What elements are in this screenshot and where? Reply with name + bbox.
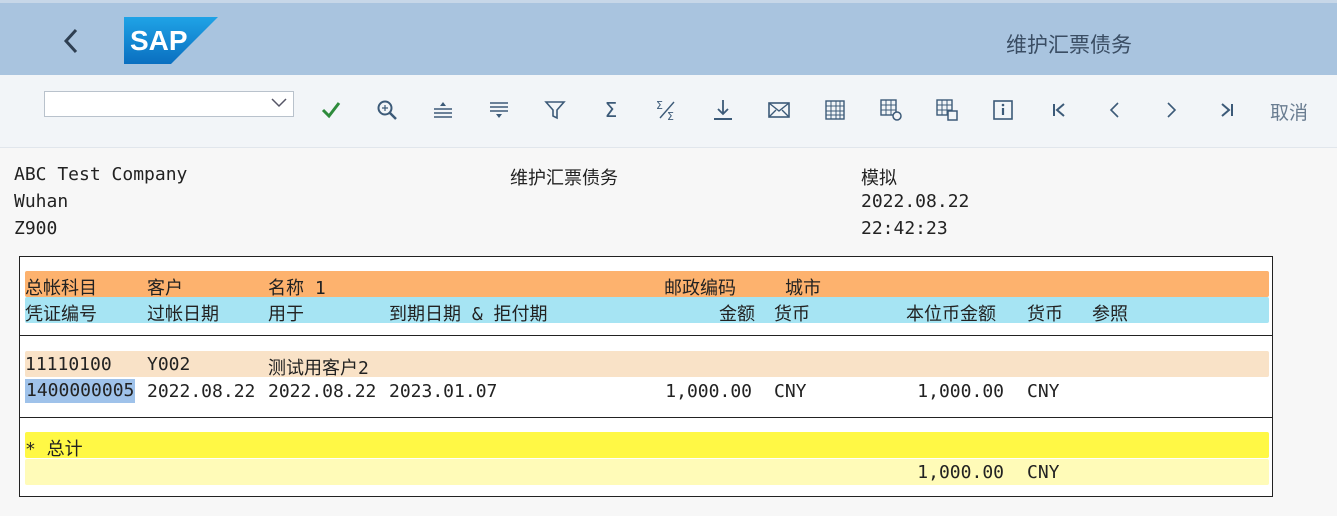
chevron-left-icon bbox=[1109, 102, 1119, 118]
previous-page-button[interactable] bbox=[1100, 95, 1130, 125]
item-separator bbox=[20, 417, 1272, 418]
command-field[interactable] bbox=[44, 91, 294, 117]
sort-ascending-button[interactable] bbox=[428, 95, 458, 125]
group-row: 11110100 Y002 测试用客户2 bbox=[25, 351, 1269, 379]
total-currency: CNY bbox=[1027, 462, 1060, 483]
column-reference: 参照 bbox=[1092, 304, 1128, 325]
column-for: 用于 bbox=[268, 304, 304, 325]
chevron-left-icon bbox=[63, 28, 78, 54]
first-page-button[interactable] bbox=[1044, 95, 1074, 125]
group-gl-account: 11110100 bbox=[25, 354, 112, 375]
table-row[interactable]: 1400000005 2022.08.22 2022.08.22 2023.01… bbox=[25, 378, 1269, 404]
info-icon bbox=[993, 100, 1013, 120]
company-name: ABC Test Company bbox=[14, 164, 188, 185]
application-toolbar: Σ ΣΣ 取消 bbox=[0, 75, 1337, 148]
item-posting-date: 2022.08.22 bbox=[147, 381, 256, 402]
column-local-amount: 本位币金额 bbox=[906, 304, 996, 325]
save-layout-button[interactable] bbox=[932, 95, 962, 125]
svg-text:SAP: SAP bbox=[130, 25, 188, 56]
mail-icon bbox=[768, 102, 790, 118]
column-currency: 货币 bbox=[774, 304, 810, 325]
layout-button[interactable] bbox=[820, 95, 850, 125]
svg-text:Σ: Σ bbox=[656, 99, 663, 112]
grid-settings-icon bbox=[880, 99, 902, 121]
column-document-number: 凭证编号 bbox=[25, 304, 97, 325]
cancel-button[interactable]: 取消 bbox=[1270, 98, 1308, 125]
shell-header: SAP 维护汇票债务 bbox=[0, 0, 1337, 75]
item-local-currency: CNY bbox=[1027, 381, 1060, 402]
total-button[interactable]: Σ bbox=[596, 95, 626, 125]
download-icon bbox=[714, 100, 732, 120]
export-button[interactable] bbox=[708, 95, 738, 125]
report-time: 22:42:23 bbox=[861, 218, 948, 239]
column-header-row-1: 总帐科目 客户 名称 1 邮政编码 城市 bbox=[25, 271, 1269, 299]
column-local-currency: 货币 bbox=[1027, 304, 1063, 325]
page-title: 维护汇票债务 bbox=[1006, 33, 1132, 57]
grid-save-icon bbox=[936, 99, 958, 121]
find-button[interactable] bbox=[372, 95, 402, 125]
company-code: Z900 bbox=[14, 218, 58, 239]
column-due-date: 到期日期 & 拒付期 bbox=[389, 304, 548, 325]
item-for-date: 2022.08.22 bbox=[268, 381, 377, 402]
subtotal-icon: ΣΣ bbox=[656, 99, 675, 122]
send-mail-button[interactable] bbox=[764, 95, 794, 125]
item-local-amount: 1,000.00 bbox=[917, 381, 1004, 402]
report-date: 2022.08.22 bbox=[861, 191, 970, 212]
group-customer-name: 测试用客户2 bbox=[268, 358, 369, 379]
subtotal-button[interactable]: ΣΣ bbox=[652, 95, 682, 125]
first-page-icon bbox=[1053, 103, 1065, 117]
column-header-row-2: 凭证编号 过帐日期 用于 到期日期 & 拒付期 金额 货币 本位币金额 货币 参… bbox=[25, 297, 1269, 325]
checkmark-icon bbox=[321, 102, 341, 119]
information-button[interactable] bbox=[988, 95, 1018, 125]
sort-ascending-icon bbox=[434, 102, 452, 118]
filter-button[interactable] bbox=[540, 95, 570, 125]
run-mode: 模拟 bbox=[861, 168, 897, 189]
item-currency: CNY bbox=[774, 381, 807, 402]
back-button[interactable] bbox=[56, 23, 86, 59]
grid-icon bbox=[825, 100, 845, 120]
item-due-date: 2023.01.07 bbox=[389, 381, 498, 402]
next-page-button[interactable] bbox=[1156, 95, 1186, 125]
report-title: 维护汇票债务 bbox=[510, 168, 618, 189]
column-amount: 金额 bbox=[719, 304, 755, 325]
total-amount-row: 1,000.00 CNY bbox=[25, 459, 1269, 485]
search-icon bbox=[377, 100, 397, 120]
sort-descending-icon bbox=[490, 102, 508, 118]
sort-descending-button[interactable] bbox=[484, 95, 514, 125]
sum-icon: Σ bbox=[604, 98, 618, 122]
item-document-number[interactable]: 1400000005 bbox=[25, 379, 136, 403]
chevron-right-icon bbox=[1167, 102, 1177, 118]
total-label: * 总计 bbox=[25, 439, 83, 460]
group-customer: Y002 bbox=[147, 354, 191, 375]
item-amount: 1,000.00 bbox=[665, 381, 752, 402]
company-city: Wuhan bbox=[14, 191, 69, 212]
filter-icon bbox=[544, 101, 566, 120]
chevron-down-icon bbox=[271, 98, 287, 108]
report-list: 总帐科目 客户 名称 1 邮政编码 城市 凭证编号 过帐日期 用于 到期日期 &… bbox=[19, 256, 1273, 497]
last-page-icon bbox=[1221, 103, 1233, 117]
total-amount: 1,000.00 bbox=[917, 462, 1004, 483]
last-page-button[interactable] bbox=[1212, 95, 1242, 125]
svg-text:Σ: Σ bbox=[667, 110, 674, 122]
total-row: * 总计 bbox=[25, 432, 1269, 460]
column-posting-date: 过帐日期 bbox=[147, 304, 219, 325]
change-layout-button[interactable] bbox=[876, 95, 906, 125]
header-separator bbox=[20, 335, 1272, 336]
sap-logo: SAP bbox=[124, 17, 218, 64]
accept-button[interactable] bbox=[316, 95, 346, 125]
